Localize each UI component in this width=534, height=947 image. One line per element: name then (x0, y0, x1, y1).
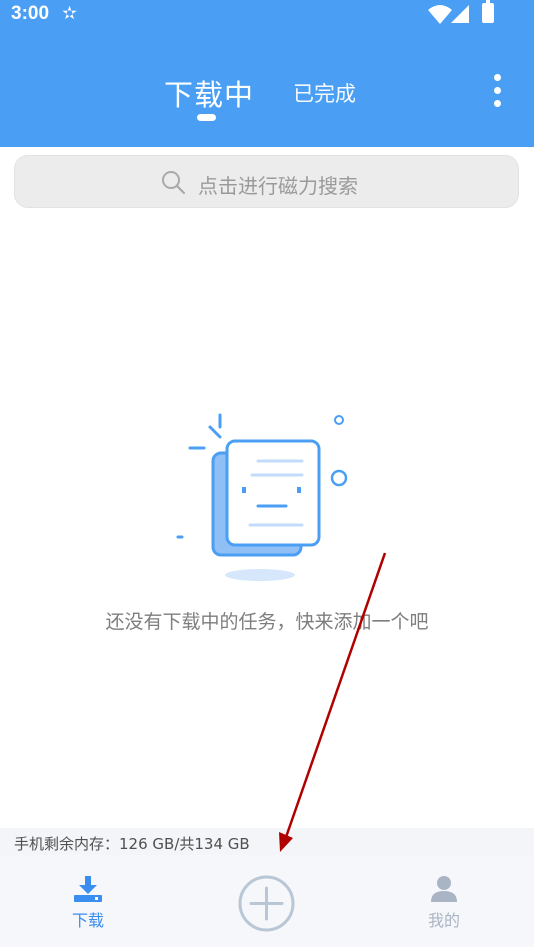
status-bar: 3:00 ✫ (0, 0, 534, 30)
signal-icon (451, 5, 469, 23)
status-time: 3:00 (11, 3, 50, 24)
active-tab-indicator (197, 114, 216, 121)
nav-label-download: 下载 (71, 911, 104, 930)
bottom-nav: 下载 我的 (0, 855, 534, 947)
empty-state-message: 还没有下载中的任务，快来添加一个吧 (105, 611, 429, 633)
search-bar[interactable]: 点击进行磁力搜索 (14, 155, 519, 208)
tab-completed[interactable]: 已完成 (293, 78, 356, 108)
download-icon (74, 876, 102, 902)
app-header: 3:00 ✫ 下载中 已完成 (0, 0, 534, 147)
search-placeholder: 点击进行磁力搜索 (198, 174, 358, 198)
nav-label-mine: 我的 (427, 911, 460, 930)
add-circle-icon[interactable] (238, 875, 295, 932)
battery-icon (482, 0, 494, 23)
storage-text: 手机剩余内存：126 GB/共134 GB (14, 835, 250, 853)
star-icon: ✫ (62, 3, 78, 24)
more-vert-icon[interactable] (488, 72, 508, 108)
user-icon (431, 876, 457, 902)
empty-documents-illustration (176, 413, 348, 581)
nav-item-mine[interactable]: 我的 (414, 875, 474, 931)
tab-downloading[interactable]: 下载中 (164, 72, 254, 114)
search-icon (162, 171, 186, 195)
nav-item-download[interactable]: 下载 (58, 875, 118, 931)
